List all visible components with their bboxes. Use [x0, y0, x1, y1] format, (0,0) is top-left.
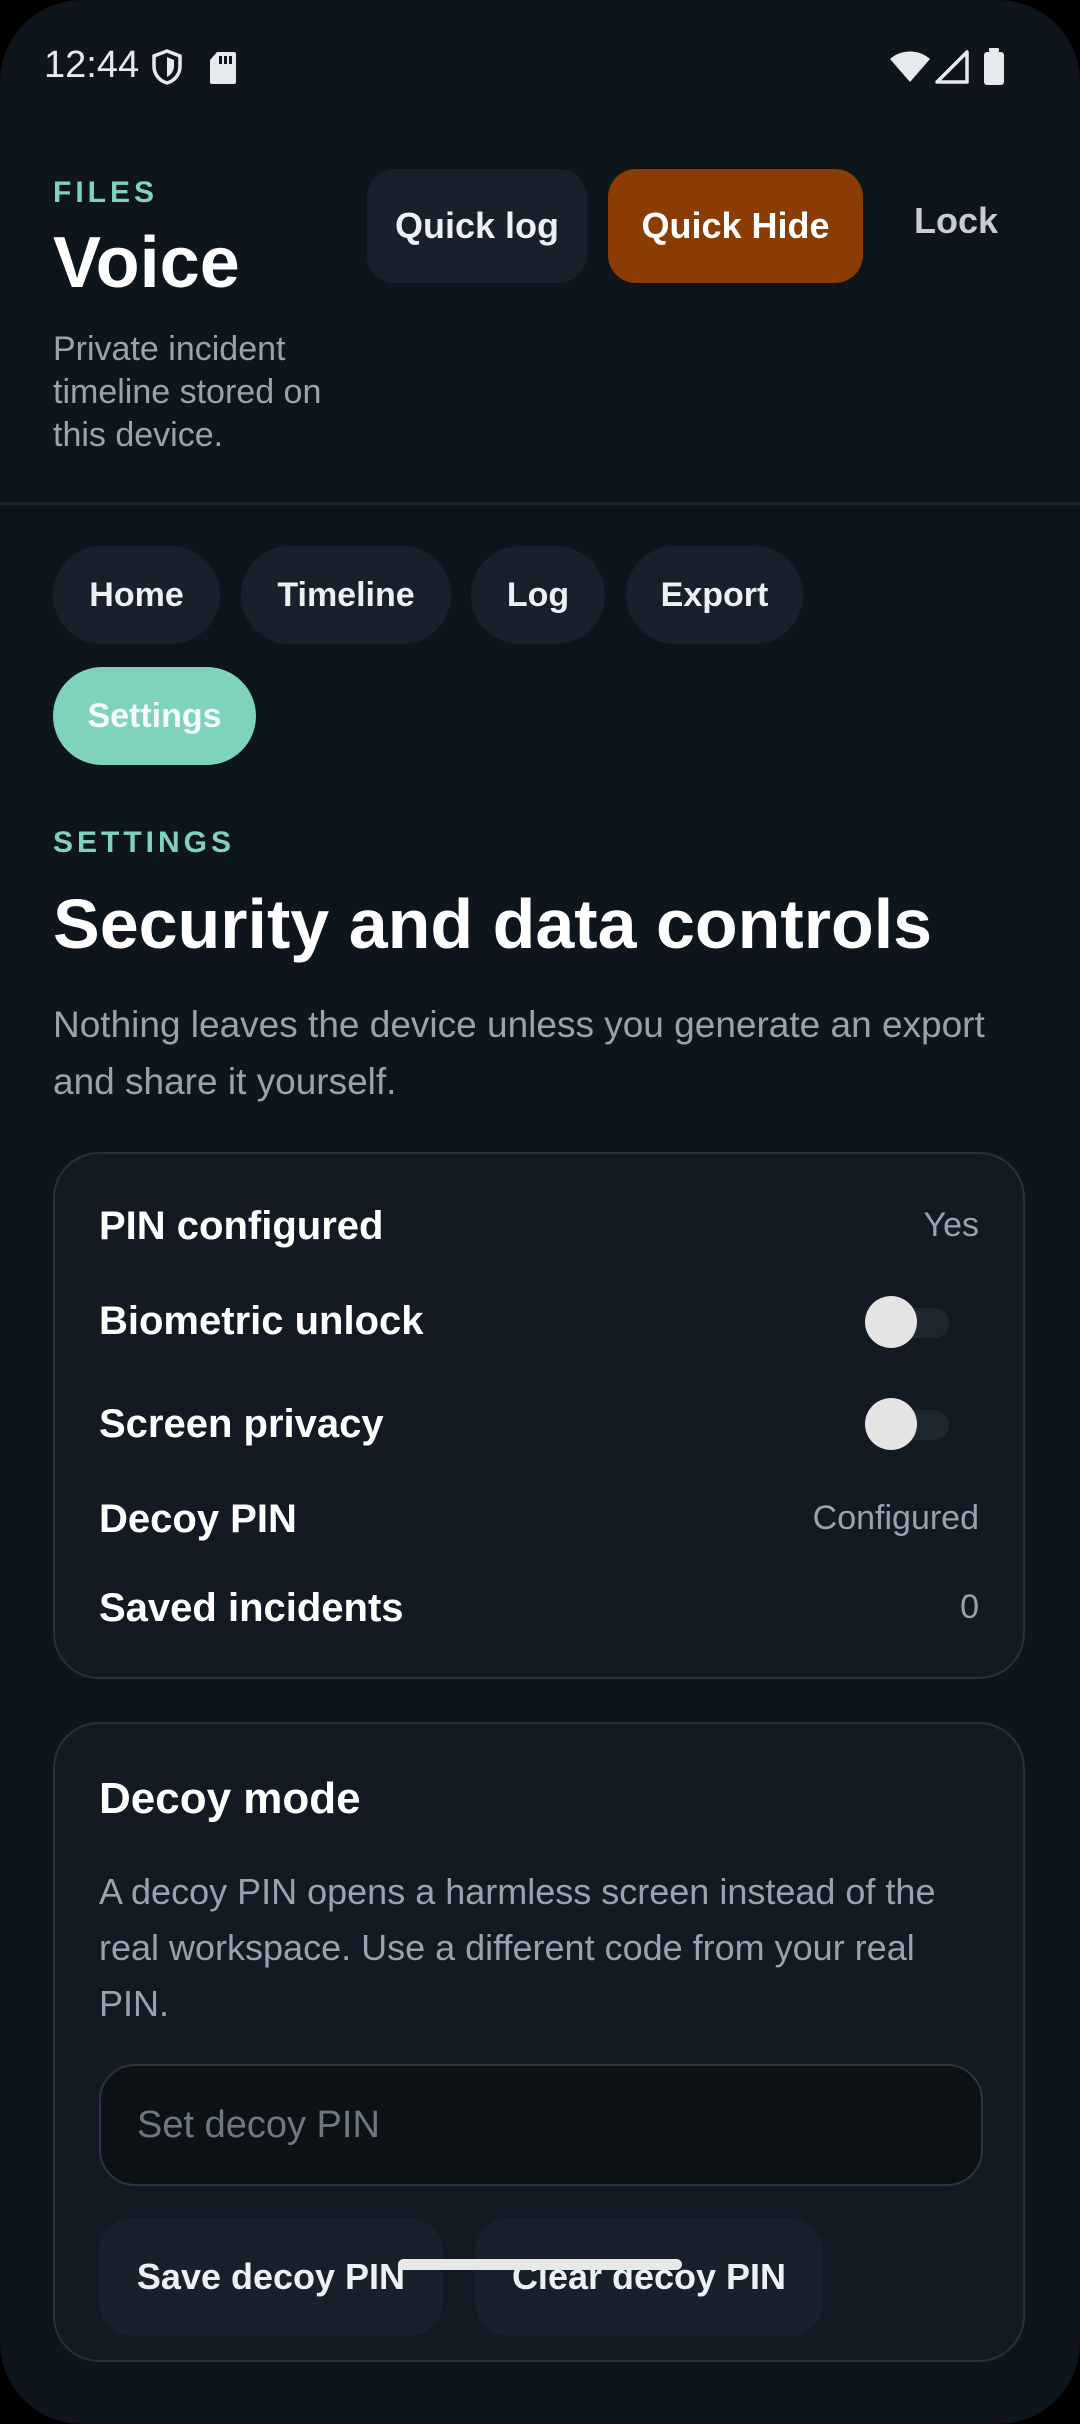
screen-privacy-label: Screen privacy: [99, 1402, 384, 1446]
decoy-pin-label: Decoy PIN: [99, 1497, 297, 1541]
settings-title: Security and data controls: [53, 885, 933, 963]
app-screen: 12:44 FILES Voice Private incident timel…: [0, 0, 1080, 2424]
app-title: Voice: [53, 223, 240, 303]
tab-export[interactable]: Export: [626, 546, 803, 644]
decoy-pin-value: Configured: [812, 1499, 979, 1537]
status-time: 12:44: [44, 44, 140, 86]
status-bar: 12:44: [0, 0, 1080, 130]
saved-incidents-value: 0: [960, 1588, 979, 1626]
app-subtitle: Private incident timeline stored on this…: [53, 330, 322, 454]
tab-settings[interactable]: Settings: [53, 667, 256, 765]
header-divider: [0, 502, 1080, 505]
tab-log[interactable]: Log: [471, 546, 605, 644]
decoy-pin-input[interactable]: [99, 2064, 983, 2186]
quick-hide-button[interactable]: Quick Hide: [608, 169, 863, 283]
decoy-mode-description: A decoy PIN opens a harmless screen inst…: [99, 1871, 936, 2024]
wifi-icon: [888, 50, 932, 89]
tab-timeline[interactable]: Timeline: [241, 546, 451, 644]
home-indicator[interactable]: [398, 2259, 682, 2270]
settings-description: Nothing leaves the device unless you gen…: [53, 1004, 985, 1102]
biometric-unlock-label: Biometric unlock: [99, 1299, 424, 1343]
save-decoy-pin-button[interactable]: Save decoy PIN: [99, 2218, 443, 2336]
lock-button[interactable]: Lock: [895, 178, 1017, 264]
security-status-card: PIN configured Yes Biometric unlock Scre…: [53, 1152, 1025, 1679]
app-header: FILES Voice Private incident timeline st…: [0, 130, 1080, 502]
quick-log-button[interactable]: Quick log: [367, 169, 587, 283]
tab-home[interactable]: Home: [53, 546, 220, 644]
toggle-thumb: [865, 1398, 917, 1450]
screen-privacy-toggle[interactable]: [865, 1398, 953, 1450]
pin-configured-value: Yes: [923, 1206, 979, 1244]
signal-icon: [934, 50, 970, 89]
shield-icon: [150, 48, 184, 91]
pin-configured-label: PIN configured: [99, 1204, 384, 1248]
decoy-mode-title: Decoy mode: [99, 1774, 361, 1823]
sd-card-icon: [208, 50, 238, 91]
clear-decoy-pin-button[interactable]: Clear decoy PIN: [475, 2218, 823, 2336]
header-eyebrow: FILES: [53, 176, 159, 209]
settings-eyebrow: SETTINGS: [53, 826, 236, 859]
biometric-unlock-toggle[interactable]: [865, 1296, 953, 1348]
battery-icon: [983, 48, 1005, 91]
toggle-thumb: [865, 1296, 917, 1348]
saved-incidents-label: Saved incidents: [99, 1586, 404, 1630]
